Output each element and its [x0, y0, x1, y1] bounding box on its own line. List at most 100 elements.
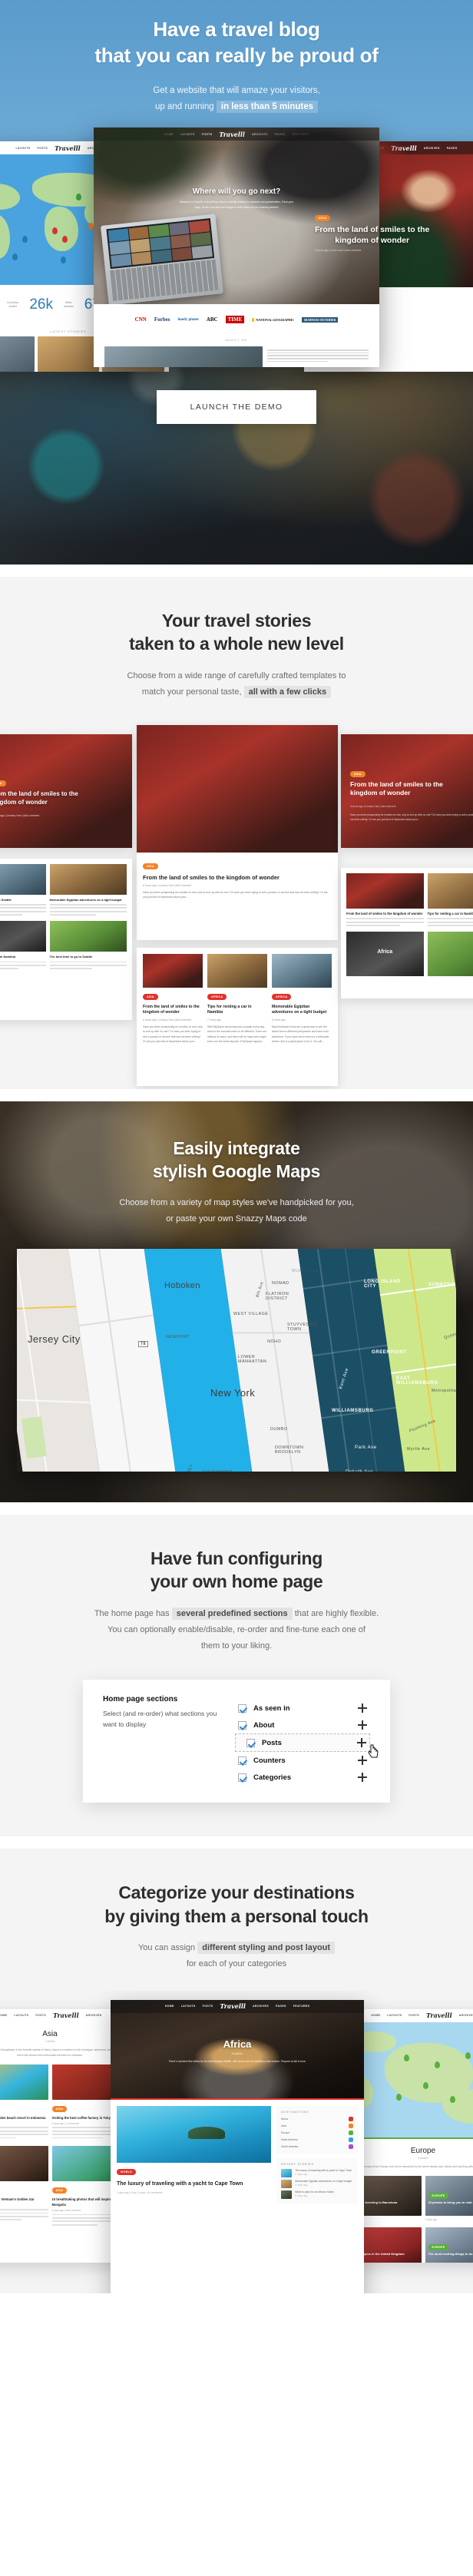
- section-row-categories[interactable]: Categories: [235, 1769, 370, 1786]
- template-card-featured[interactable]: ASIA From the land of smiles to the king…: [137, 724, 338, 940]
- post-cell[interactable]: ASIA A comprehensive guide to Vietnam's …: [0, 2146, 48, 2225]
- card-category-pill[interactable]: AFRICA: [272, 993, 292, 1000]
- card-title[interactable]: The best time to go to Seattle: [0, 898, 46, 902]
- post-title[interactable]: Reviewing at Coconut Garden beach resort…: [0, 2116, 48, 2121]
- card-list: From the land of smiles to the kingdom o…: [341, 868, 473, 932]
- featured-post-title[interactable]: The luxury of traveling with a yacht to …: [117, 2180, 271, 2188]
- home-page-sections-panel: Home page sections Select (and re-order)…: [83, 1680, 390, 1803]
- card-title[interactable]: From the land of smiles to thekingdom of…: [0, 790, 78, 806]
- featured-post-image[interactable]: [117, 2105, 272, 2163]
- checkbox-about[interactable]: [238, 1720, 246, 1730]
- list-item[interactable]: From the land of smiles to the kingdom o…: [346, 872, 424, 926]
- post-category-pill[interactable]: ASIA: [51, 2105, 68, 2112]
- checkbox-posts[interactable]: [246, 1738, 255, 1747]
- card-title[interactable]: Tips for renting a car in Namibia: [207, 1005, 267, 1016]
- post-cell[interactable]: EUROPE The most exciting things to do in…: [425, 2227, 473, 2263]
- card-title[interactable]: The best time to go to Seattle: [50, 955, 127, 959]
- template-card-grid-center[interactable]: ASIA From the land of smiles to the king…: [137, 947, 338, 1086]
- card-title[interactable]: Tips for renting a car in Namibia: [0, 955, 46, 959]
- card-category-pill[interactable]: AFRICA: [207, 993, 227, 1000]
- category-screenshot-africa[interactable]: HOME LAYOUTS POSTS Travelll ARCHIVES PAG…: [111, 1999, 364, 2293]
- card-title[interactable]: From the land of smiles to thekingdom of…: [350, 780, 443, 799]
- home-hero-text: Where will you go next? Welcome to Trave…: [94, 187, 379, 210]
- section-row-counters[interactable]: Counters: [235, 1752, 370, 1769]
- post-category-pill[interactable]: ASIA: [51, 2187, 68, 2194]
- map-label-hoboken: Hoboken: [164, 1281, 200, 1290]
- post-title[interactable]: 20 photos to bring you to visit Germany: [428, 2200, 473, 2205]
- map-label-greenpoint: GREENPOINT: [372, 1350, 407, 1355]
- logo-national-geographic: NATIONAL GEOGRAPHIC: [252, 317, 294, 322]
- card-title[interactable]: From the land of smiles to the kingdom o…: [346, 912, 424, 916]
- card-title[interactable]: Memorable Egiptian adventures on a tight…: [50, 898, 127, 902]
- card-category-pill[interactable]: ASIA: [143, 863, 158, 869]
- section-divider: [0, 1502, 473, 1515]
- move-handle-icon[interactable]: [358, 1773, 367, 1783]
- homepage-config-section: Have fun configuring your own home page T…: [0, 1515, 473, 1837]
- destination-item[interactable]: Asia: [281, 2123, 353, 2128]
- post-category-pill[interactable]: EUROPE: [428, 2192, 449, 2199]
- destination-item[interactable]: North America: [281, 2137, 353, 2142]
- story-thumb[interactable]: [0, 336, 35, 372]
- category-pill[interactable]: ASIA: [315, 215, 331, 222]
- template-card-list-right[interactable]: From the land of smiles to the kingdom o…: [341, 867, 473, 998]
- section-row-as-seen-in[interactable]: As seen in: [235, 1700, 370, 1717]
- post-image: EUROPE 20 photos to bring you to visit G…: [425, 2175, 473, 2216]
- post-category-pill[interactable]: EUROPE: [428, 2243, 449, 2250]
- grid-item[interactable]: AFRICA Memorable Egiptian adventures on …: [272, 953, 332, 1045]
- map-label-murray-hill: MURRAY HILL: [292, 1269, 324, 1273]
- homepage-sub-highlight: several predefined sections: [171, 1607, 293, 1620]
- move-handle-icon[interactable]: [358, 1720, 367, 1730]
- nav-item-layouts: LAYOUTS: [15, 146, 31, 150]
- grid-item[interactable]: AFRICA Tips for renting a car in Namibia…: [207, 953, 267, 1045]
- card-list-row2: Africa: [341, 931, 473, 976]
- checkbox-categories[interactable]: [238, 1773, 246, 1782]
- checkbox-counters[interactable]: [238, 1756, 246, 1765]
- list-item[interactable]: Tips for renting a car in Namibia: [427, 872, 473, 926]
- list-item[interactable]: Memorable Egiptian adventures on a tight…: [49, 863, 127, 916]
- story-thumb[interactable]: [37, 336, 100, 372]
- list-item[interactable]: The best time to go to Seattle: [0, 863, 46, 916]
- move-handle-icon[interactable]: [357, 1738, 366, 1748]
- section-row-about[interactable]: About: [235, 1717, 370, 1733]
- destination-item[interactable]: Africa: [281, 2116, 353, 2121]
- grid-item[interactable]: ASIA From the land of smiles to the king…: [143, 953, 203, 1045]
- post-cell[interactable]: EUROPE 20 photos to bring you to visit G…: [425, 2175, 473, 2221]
- card-title[interactable]: Tips for renting a car in Namibia: [428, 912, 473, 916]
- recent-story-item[interactable]: The luxury of traveling with a yacht to …: [281, 2168, 353, 2177]
- card-title[interactable]: From the land of smiles to the kingdom o…: [143, 874, 332, 882]
- hero-sub-line2-prefix: up and running: [154, 101, 214, 111]
- post-title: From the land of smiles to the kingdom of…: [315, 225, 430, 246]
- featured-post-pill[interactable]: WORLD: [117, 2168, 137, 2175]
- card-title[interactable]: From the land of smiles to the kingdom o…: [143, 1005, 203, 1016]
- card-excerpt: Have you been prospecting for months on …: [143, 890, 328, 899]
- card-category-pill[interactable]: ASIA: [143, 993, 158, 1000]
- list-item[interactable]: Tips for renting a car in Namibia: [0, 921, 46, 970]
- screenshot-home-page[interactable]: HOME LAYOUTS POSTS Travelll ARCHIVES PAG…: [94, 127, 379, 368]
- map-label-noho: NOHO: [267, 1339, 282, 1344]
- launch-demo-button[interactable]: LAUNCH THE DEMO: [156, 390, 317, 425]
- recent-story-item[interactable]: What to pack for an African Safari 5 days…: [281, 2190, 353, 2199]
- post-title[interactable]: A comprehensive guide to Vietnam's Golde…: [0, 2197, 48, 2202]
- template-card-overlay-left[interactable]: ASIA From the land of smiles to thekingd…: [0, 733, 132, 848]
- template-card-overlay-right[interactable]: ASIA From the land of smiles to the kingd…: [341, 733, 473, 848]
- recent-story-item[interactable]: Memorable Egiptian adventures on a tight…: [281, 2179, 353, 2188]
- card-category-pill[interactable]: ASIA: [350, 770, 366, 777]
- list-item[interactable]: The best time to go to Seattle: [49, 921, 127, 970]
- post-cell[interactable]: ASIA Reviewing at Coconut Garden beach r…: [0, 2064, 48, 2139]
- templates-section: Your travel stories taken to a whole new …: [0, 577, 473, 1089]
- card-category-pill[interactable]: ASIA: [0, 780, 6, 786]
- destination-item[interactable]: Europe: [281, 2130, 353, 2135]
- move-handle-icon[interactable]: [358, 1704, 367, 1713]
- map-preview[interactable]: Jersey City Hoboken New York NEWPORT NOM…: [17, 1249, 456, 1472]
- destination-item[interactable]: South America: [281, 2144, 353, 2149]
- card-title[interactable]: Memorable Egiptian adventures on a tight…: [272, 1005, 332, 1016]
- card-image-africa[interactable]: Africa: [346, 931, 424, 976]
- nav-item-archives: ARCHIVES: [251, 132, 268, 136]
- africa-description: There's nowhere like Africa for its mind…: [168, 2059, 306, 2063]
- template-card-list-left[interactable]: The best time to go to Seattle Memorable…: [0, 858, 132, 1020]
- section-row-posts-dragging[interactable]: Posts: [235, 1733, 379, 1758]
- post-title[interactable]: The most exciting things to do in Paris: [428, 2252, 473, 2256]
- recent-story-meta: 3 days ago: [295, 2184, 308, 2187]
- checkbox-as-seen-in[interactable]: [238, 1704, 246, 1713]
- move-handle-icon[interactable]: [358, 1756, 367, 1766]
